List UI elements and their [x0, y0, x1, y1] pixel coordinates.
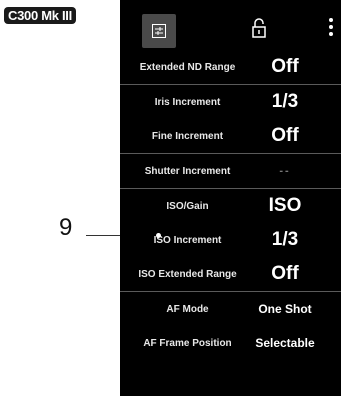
model-badge: C300 Mk III — [4, 7, 76, 24]
camera-menu-screen: Extended ND Range Off Iris Increment 1/3… — [120, 0, 341, 396]
menu-row-label: Iris Increment — [154, 96, 221, 108]
menu-row-shutter-increment[interactable]: Shutter Increment -- — [120, 154, 341, 188]
menu-row-value: One Shot — [258, 302, 312, 316]
menu-row-label: Extended ND Range — [139, 61, 236, 73]
menu-row-label: AF Frame Position — [143, 337, 232, 349]
menu-row-value: 1/3 — [271, 91, 299, 112]
menu-row-value: -- — [279, 165, 291, 177]
unlock-icon[interactable] — [252, 18, 266, 38]
menu-topbar — [120, 0, 341, 50]
menu-row-label: AF Mode — [166, 303, 209, 315]
menu-row-value: ISO — [268, 195, 302, 216]
menu-row-value: Off — [271, 125, 299, 146]
menu-row-label: ISO/Gain — [166, 200, 209, 212]
menu-tab-button[interactable] — [142, 14, 176, 48]
settings-menu: Extended ND Range Off Iris Increment 1/3… — [120, 50, 341, 360]
menu-row-value: Selectable — [255, 336, 315, 350]
menu-row-label: Fine Increment — [151, 130, 224, 142]
menu-row-value: Off — [271, 263, 299, 284]
menu-row-label: ISO Extended Range — [138, 268, 237, 280]
menu-row-af-mode[interactable]: AF Mode One Shot — [120, 292, 341, 326]
menu-row-label: Shutter Increment — [144, 165, 231, 177]
menu-row-label: ISO Increment — [153, 234, 222, 246]
callout-pointer — [156, 233, 161, 238]
menu-row-extended-nd-range[interactable]: Extended ND Range Off — [120, 50, 341, 84]
menu-row-iso-increment[interactable]: ISO Increment 1/3 — [120, 223, 341, 257]
menu-row-value: Off — [271, 56, 299, 77]
menu-row-value: 1/3 — [271, 229, 299, 250]
menu-row-fine-increment[interactable]: Fine Increment Off — [120, 119, 341, 153]
more-vertical-icon[interactable] — [328, 17, 334, 37]
menu-row-iris-increment[interactable]: Iris Increment 1/3 — [120, 85, 341, 119]
menu-row-iso-gain[interactable]: ISO/Gain ISO — [120, 189, 341, 223]
menu-row-af-frame-position[interactable]: AF Frame Position Selectable — [120, 326, 341, 360]
menu-tab-icon — [152, 24, 166, 38]
callout-number: 9 — [59, 214, 73, 241]
menu-row-iso-extended-range[interactable]: ISO Extended Range Off — [120, 257, 341, 291]
